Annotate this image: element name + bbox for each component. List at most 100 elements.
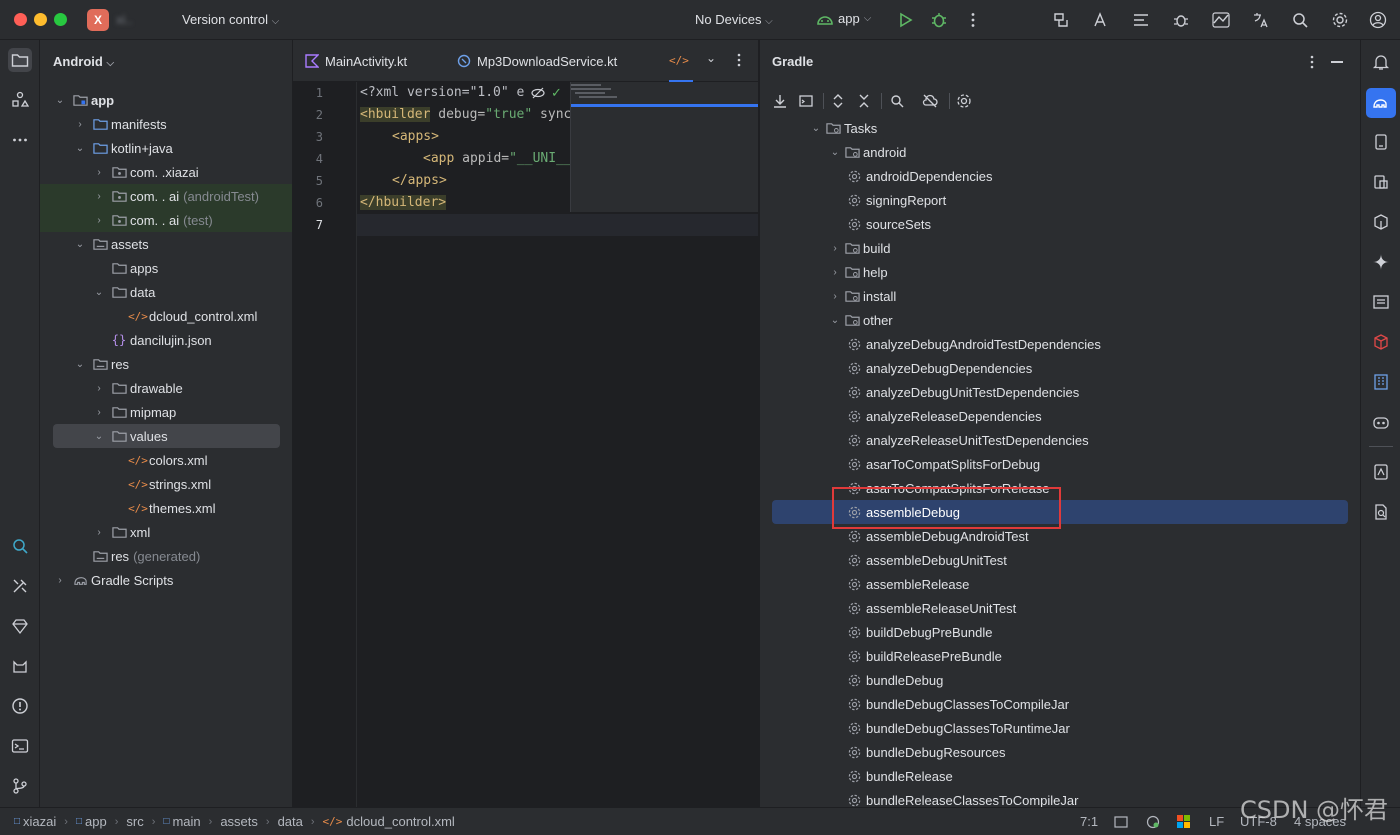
more-tools-icon[interactable] (8, 128, 32, 152)
tree-item-strings-xml[interactable]: </> strings.xml (128, 472, 211, 496)
gradle-task-row[interactable]: bundleDebugClassesToCompileJar (846, 692, 1069, 716)
project-name[interactable]: xi.. (116, 12, 133, 27)
gradle-folder-row[interactable]: › help (829, 260, 887, 284)
gradle-task-row[interactable]: assembleRelease (846, 572, 969, 596)
app-quality-insights-icon[interactable] (8, 534, 32, 558)
tree-item-res-generated[interactable]: res (generated) (92, 544, 200, 568)
close-window-button[interactable] (14, 13, 27, 26)
gradle-task-row[interactable]: sourceSets (846, 212, 931, 236)
run-icon[interactable] (893, 8, 917, 32)
sync-project-icon[interactable] (1049, 8, 1073, 32)
gradle-task-row[interactable]: asarToCompatSplitsForDebug (846, 452, 1040, 476)
tree-item-values[interactable]: ⌄ values (53, 424, 280, 448)
gradle-task-row[interactable]: bundleDebugResources (846, 740, 1005, 764)
layout-inspector-icon[interactable] (1369, 290, 1393, 314)
project-view-selector[interactable]: Android ⌵ (53, 54, 114, 69)
gradle-folder-row[interactable]: › build (829, 236, 890, 260)
no-problems-check-icon[interactable]: ✓ (551, 85, 562, 101)
gradle-folder-row[interactable]: ⌄ other (829, 308, 893, 332)
line-separator[interactable]: LF (1209, 814, 1224, 829)
tree-item-package-android-test[interactable]: › com. . ai (androidTest) (40, 184, 292, 208)
file-search-icon[interactable] (1369, 500, 1393, 524)
resource-manager-icon[interactable] (8, 88, 32, 112)
device-explorer-icon[interactable] (1369, 170, 1393, 194)
build-tools-icon[interactable] (8, 574, 32, 598)
problems-icon[interactable] (8, 694, 32, 718)
execute-task-icon[interactable] (795, 90, 817, 112)
minimize-window-button[interactable] (34, 13, 47, 26)
gradle-task-row[interactable]: androidDependencies (846, 164, 992, 188)
analyze-dependencies-icon[interactable] (886, 90, 908, 112)
tree-item-assets[interactable]: ⌄ assets (74, 232, 149, 256)
breadcrumb-item[interactable]: src (126, 814, 143, 829)
translate-a-icon[interactable] (1089, 8, 1113, 32)
tab-list-chevron-icon[interactable]: ⌄ (706, 51, 716, 65)
gradle-task-row[interactable]: assembleReleaseUnitTest (846, 596, 1016, 620)
tree-item-drawable[interactable]: › drawable (93, 376, 182, 400)
breadcrumb-item[interactable]: □ app (76, 814, 107, 829)
tab-mp3-download-service[interactable]: Mp3DownloadService.kt (457, 40, 617, 82)
emulator-icon[interactable] (1369, 210, 1393, 234)
tree-item-mipmap[interactable]: › mipmap (93, 400, 176, 424)
tree-item-kotlin-java[interactable]: ⌄ kotlin+java (74, 136, 173, 160)
device-manager-icon[interactable] (1209, 8, 1233, 32)
logcat-cat-icon[interactable] (8, 654, 32, 678)
tree-item-apps[interactable]: apps (111, 256, 158, 280)
vcs-menu[interactable]: Version control ⌵ (182, 12, 279, 27)
tree-item-app[interactable]: ⌄ app (54, 88, 114, 112)
more-actions-icon[interactable] (961, 8, 985, 32)
download-sources-icon[interactable] (769, 90, 791, 112)
tree-item-res[interactable]: ⌄ res (74, 352, 129, 376)
settings-gear-icon[interactable] (1328, 8, 1352, 32)
git-branch-icon[interactable] (8, 774, 32, 798)
inspection-profile-icon[interactable] (1146, 815, 1160, 832)
expand-all-icon[interactable] (827, 90, 849, 112)
code-editor[interactable]: 1 2 3 4 5 6 7 <?xml version="1.0" e <hbu… (293, 82, 758, 807)
terminal-icon[interactable] (8, 734, 32, 758)
assistant-icon[interactable] (1369, 460, 1393, 484)
breadcrumb-item[interactable]: </> dcloud_control.xml (323, 814, 455, 829)
tree-item-manifests[interactable]: › manifests (74, 112, 166, 136)
gradle-task-row[interactable]: bundleRelease (846, 764, 953, 788)
plugin-windows-icon[interactable] (1177, 815, 1191, 829)
gradle-task-row[interactable]: buildDebugPreBundle (846, 620, 992, 644)
tree-item-colors-xml[interactable]: </> colors.xml (128, 448, 207, 472)
breadcrumb-item[interactable]: □ xiazai (14, 814, 56, 829)
caret-position[interactable]: 7:1 (1080, 814, 1098, 829)
tree-item-package-test[interactable]: › com. . ai (test) (40, 208, 292, 232)
offline-mode-icon[interactable] (919, 90, 941, 112)
zoom-window-button[interactable] (54, 13, 67, 26)
tree-item-data[interactable]: ⌄ data (93, 280, 156, 304)
run-config-selector[interactable]: app ⌵ (816, 11, 871, 26)
project-badge[interactable]: X (87, 9, 109, 31)
tree-item-gradle-scripts[interactable]: › Gradle Scripts (54, 568, 173, 592)
running-devices-icon[interactable] (1369, 130, 1393, 154)
debug-icon[interactable] (927, 8, 951, 32)
gemini-sparkle-icon[interactable] (1369, 250, 1393, 274)
gradle-task-row[interactable]: analyzeReleaseDependencies (846, 404, 1042, 428)
account-icon[interactable] (1366, 8, 1390, 32)
gradle-task-row[interactable]: analyzeDebugUnitTestDependencies (846, 380, 1079, 404)
code-minimap[interactable] (570, 82, 758, 212)
tab-main-activity[interactable]: MainActivity.kt (305, 40, 407, 82)
hide-panel-icon[interactable] (1331, 61, 1343, 63)
bug-icon[interactable] (1169, 8, 1193, 32)
notifications-bell-icon[interactable] (1369, 50, 1393, 74)
gradle-task-row[interactable]: analyzeReleaseUnitTestDependencies (846, 428, 1089, 452)
hide-eye-icon[interactable] (531, 86, 545, 103)
translate-icon[interactable] (1249, 8, 1273, 32)
gradle-task-row[interactable]: bundleDebugClassesToRuntimeJar (846, 716, 1070, 740)
gradle-options-icon[interactable] (1306, 54, 1318, 73)
gradle-settings-icon[interactable] (953, 90, 975, 112)
gradle-task-row[interactable]: analyzeDebugAndroidTestDependencies (846, 332, 1101, 356)
tree-item-dcloud-control-xml[interactable]: </> dcloud_control.xml (128, 304, 257, 328)
tab-more-icon[interactable] (733, 52, 745, 71)
breadcrumb-item[interactable]: assets (220, 814, 258, 829)
readonly-toggle-icon[interactable] (1114, 815, 1128, 832)
breadcrumb-item[interactable]: data (278, 814, 303, 829)
collapse-all-icon[interactable] (853, 90, 875, 112)
tab-dcloud-control[interactable]: </> d (669, 40, 693, 82)
gradle-task-row[interactable]: bundleReleaseClassesToCompileJar (846, 788, 1078, 807)
copilot-icon[interactable] (1369, 410, 1393, 434)
gradle-task-row[interactable]: signingReport (846, 188, 946, 212)
